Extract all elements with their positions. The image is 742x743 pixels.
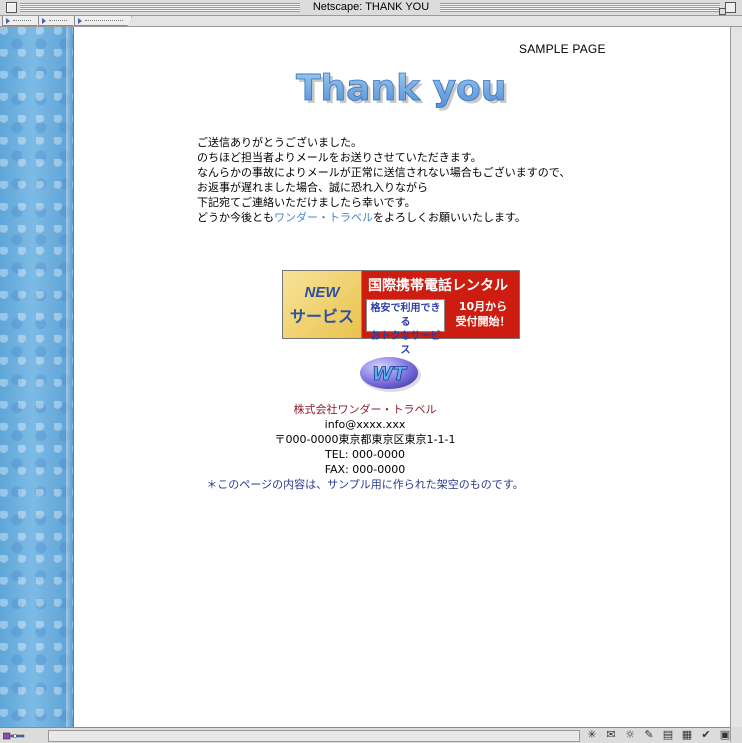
mail-icon[interactable]: ✉ bbox=[603, 729, 619, 741]
sample-page-label: SAMPLE PAGE bbox=[519, 42, 606, 56]
status-bar: ✳ ✉ ☼ ✎ ▤ ▦ ✔ ▣ bbox=[0, 727, 742, 743]
footer-address-line: 〒000-0000東京都東京区東京1-1-1 bbox=[0, 432, 730, 447]
vertical-scrollbar[interactable] bbox=[730, 27, 742, 727]
sidebar-highlight bbox=[66, 27, 73, 727]
thank-you-heading-graphic: Thank you! Thank you! bbox=[296, 68, 509, 112]
footer-email-line: info@xxxx.xxx bbox=[0, 417, 730, 432]
message-line: ご送信ありがとうございました。 bbox=[197, 136, 362, 149]
message-line-last: どうか今後ともワンダー・トラベルをよろしくお願いいたします。 bbox=[197, 210, 570, 225]
address-book-icon[interactable]: ▦ bbox=[679, 729, 695, 741]
banner-date-1: 10月から bbox=[458, 300, 508, 313]
personal-toolbar-tab[interactable] bbox=[74, 16, 132, 26]
message-line: のちほど担当者よりメールをお送りさせていただきます。 bbox=[197, 151, 482, 164]
telephone: TEL: 000-0000 bbox=[325, 448, 405, 461]
banner-tagline-box: 格安で利用できる おトクなサービス bbox=[366, 299, 445, 356]
banner-new-service-panel: NEW サービス bbox=[283, 271, 362, 338]
postal-address: 〒000-0000東京都東京区東京1-1-1 bbox=[274, 433, 456, 446]
banner-date: 10月から 受付開始！ bbox=[450, 299, 516, 329]
message-line: お返事が遅れました場合、誠に恐れ入りながら bbox=[197, 181, 428, 194]
banner-rental-panel: 国際携帯電話レンタル 格安で利用できる おトクなサービス 10月から 受付開始！ bbox=[362, 271, 519, 356]
bookmark-icon[interactable]: ▤ bbox=[660, 729, 676, 741]
thank-you-message: ご送信ありがとうございました。 のちほど担当者よりメールをお送りさせていただきま… bbox=[197, 135, 570, 225]
message-line: なんらかの事故によりメールが正常に送信されない場合もございますので、 bbox=[197, 166, 571, 179]
footer-notice-line: ＊このページの内容は、サンプル用に作られた架空のものです。 bbox=[0, 477, 730, 492]
banner-date-2: 受付開始！ bbox=[455, 315, 511, 328]
wonder-travel-link[interactable]: ワンダー・トラベル bbox=[274, 211, 373, 224]
edit-icon[interactable]: ✔ bbox=[698, 729, 714, 741]
resize-grip-icon[interactable] bbox=[730, 727, 742, 742]
message-suffix: をよろしくお願いいたします。 bbox=[373, 211, 526, 224]
navigation-toolbar-tab[interactable] bbox=[2, 16, 40, 26]
collapsed-toolbar-strip bbox=[0, 16, 742, 27]
rental-service-banner[interactable]: NEW サービス 国際携帯電話レンタル 格安で利用できる おトクなサービス 10… bbox=[282, 270, 520, 356]
window-title-bar[interactable]: Netscape: THANK YOU bbox=[0, 0, 742, 16]
composer-icon[interactable]: ✎ bbox=[641, 729, 657, 741]
discussions-icon[interactable]: ☼ bbox=[622, 729, 638, 741]
status-message-field bbox=[48, 730, 580, 742]
banner-headline: 国際携帯電話レンタル bbox=[368, 278, 508, 294]
fax: FAX: 000-0000 bbox=[324, 463, 406, 476]
message-line: 下記宛てご連絡いただけましたら幸いです。 bbox=[197, 196, 416, 209]
contact-email: info@xxxx.xxx bbox=[324, 418, 406, 431]
page-content: SAMPLE PAGE Thank you! Thank you! ご送信ありが… bbox=[0, 27, 730, 727]
component-bar: ✳ ✉ ☼ ✎ ▤ ▦ ✔ ▣ bbox=[584, 729, 733, 741]
banner-new-label: NEW bbox=[304, 284, 340, 301]
footer-company: 株式会社ワンダー・トラベル bbox=[0, 402, 730, 417]
zoom-box-icon[interactable] bbox=[719, 2, 736, 15]
message-prefix: どうか今後とも bbox=[197, 211, 274, 224]
navigator-icon[interactable]: ✳ bbox=[584, 729, 600, 741]
window-title: Netscape: THANK YOU bbox=[307, 1, 435, 13]
page-heading: Thank you! bbox=[296, 68, 509, 109]
banner-service-label: サービス bbox=[289, 307, 354, 326]
logo-text: WT bbox=[372, 363, 408, 385]
location-toolbar-tab[interactable] bbox=[38, 16, 76, 26]
company-name: 株式会社ワンダー・トラベル bbox=[293, 403, 437, 416]
sample-notice: ＊このページの内容は、サンプル用に作られた架空のものです。 bbox=[206, 478, 524, 491]
footer-tel-line: TEL: 000-0000 bbox=[0, 447, 730, 462]
security-lock-icon[interactable] bbox=[3, 731, 25, 740]
decorative-sidebar bbox=[0, 27, 74, 727]
wonder-travel-logo[interactable]: WT bbox=[359, 354, 423, 394]
banner-tagline-1: 格安で利用できる bbox=[370, 303, 441, 328]
footer-fax-line: FAX: 000-0000 bbox=[0, 462, 730, 477]
